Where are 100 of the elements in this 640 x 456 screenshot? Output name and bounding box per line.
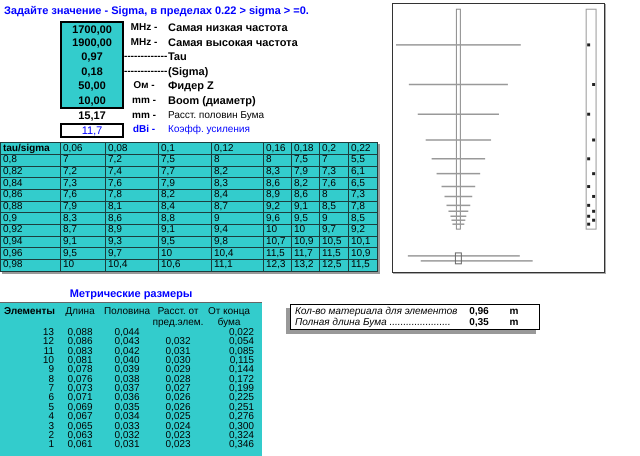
value-field[interactable]: 0,18 <box>60 64 124 80</box>
unit-label: mm - <box>131 94 157 108</box>
table-cell: 5,5 <box>348 154 378 166</box>
column-header: Элементы <box>4 306 56 319</box>
table-cell-text: 0,037 <box>113 384 141 394</box>
table-cell-text: 0,085 <box>228 346 254 356</box>
table-cell: 8,5 <box>348 212 378 224</box>
table-cell-text: 0,026 <box>164 393 192 403</box>
table-cell: 11,5 <box>348 260 378 272</box>
column-header: 0,22 <box>348 142 378 154</box>
table-cell-text: 0,086 <box>66 337 94 346</box>
table-cell-text: 0,023 <box>164 440 192 450</box>
table-cell-text: 0,199 <box>228 384 254 394</box>
table-cell-text: 9 <box>47 365 55 375</box>
table-cell: 7,2 <box>60 166 106 178</box>
unit-label: mm - <box>131 108 157 123</box>
table-cell: 11,5 <box>264 248 292 260</box>
table-cell: 8,1 <box>106 201 158 213</box>
table-cell: 10 <box>158 248 212 260</box>
table-cell: 7 <box>320 154 348 166</box>
table-cell: 11,7 <box>292 248 320 260</box>
table-cell: 0,88 <box>0 201 60 213</box>
table-cell-text: 0,071 <box>66 393 94 403</box>
table-cell-text: 6 <box>47 393 55 403</box>
table-cell-text: 10 <box>42 356 55 366</box>
table-cell-text: 0,026 <box>164 402 192 412</box>
column-header: Длина <box>64 306 96 319</box>
table-cell: 8,3 <box>60 212 106 224</box>
table-cell-text: 8 <box>47 374 55 384</box>
table-cell: 0,92 <box>0 224 60 236</box>
table-cell: 8,8 <box>158 212 212 224</box>
table-cell: 11,1 <box>212 260 264 272</box>
table-cell: 13,2 <box>292 260 320 272</box>
table-cell-text: 0,078 <box>66 365 94 375</box>
table-cell: 8,9 <box>264 189 292 202</box>
table-cell-text: 0,032 <box>164 337 192 346</box>
table-cell-text: 0,346 <box>228 440 254 450</box>
table-cell: 8,2 <box>212 166 264 178</box>
table-cell: 0,96 <box>0 248 60 260</box>
table-cell: 0,98 <box>0 260 60 272</box>
table-cell: 6,5 <box>348 178 378 190</box>
value-field[interactable]: 1900,00 <box>60 36 124 50</box>
table-cell: 7,6 <box>106 178 158 190</box>
value-field[interactable]: 0,97 <box>60 50 124 65</box>
table-cell-text: 0,073 <box>66 384 94 394</box>
table-cell: 0,82 <box>0 166 60 178</box>
table-cell-text: 0,251 <box>228 402 254 412</box>
table-cell: 7,3 <box>60 178 106 190</box>
value-field[interactable]: 1700,00 <box>60 21 124 36</box>
table-cell-text: 0,172 <box>228 374 254 384</box>
table-cell: 7,6 <box>320 178 348 190</box>
table-cell-text: 0,022 <box>228 328 254 338</box>
column-header: 0,1 <box>158 142 212 154</box>
table-cell-text: 0,076 <box>66 374 94 384</box>
table-cell: 7,7 <box>158 166 212 178</box>
table-cell: 9,5 <box>158 236 212 248</box>
column-header: 0,16 <box>264 142 292 154</box>
table-cell: 8,7 <box>212 201 264 213</box>
table-cell-text: 0,065 <box>66 422 94 432</box>
summary-value: 0,96 <box>468 306 490 317</box>
table-cell-text: 0,069 <box>66 402 94 412</box>
table-cell-text: 0,063 <box>66 431 94 440</box>
table-cell: 7,9 <box>158 178 212 190</box>
table-cell: 10,6 <box>158 260 212 272</box>
parameter-label: Самая высокая частота <box>167 36 299 50</box>
unit-label: MHz - <box>130 36 158 50</box>
table-cell: 7,8 <box>348 201 378 213</box>
column-header: 0,06 <box>60 142 106 154</box>
table-cell: 7,2 <box>106 154 158 166</box>
table-cell: 9,2 <box>348 224 378 236</box>
table-cell-text: 0,029 <box>164 365 192 375</box>
parameter-label: Фидер Z <box>167 79 215 94</box>
table-cell: 7,6 <box>60 189 106 202</box>
table-cell-text: 2 <box>47 431 55 440</box>
table-cell: 8,9 <box>106 224 158 236</box>
table-cell-text: 12 <box>42 337 55 346</box>
table-cell: 7 <box>60 154 106 166</box>
value-field[interactable]: 50,00 <box>60 79 124 94</box>
table-cell: 9,3 <box>106 236 158 248</box>
parameter-label: Расст. половин Бума <box>167 108 266 123</box>
table-cell-text: 0,225 <box>228 393 254 403</box>
summary-value: 0,35 <box>468 317 490 328</box>
table-cell: 8,2 <box>292 178 320 190</box>
table-cell: 9,1 <box>60 236 106 248</box>
table-cell: 8 <box>212 154 264 166</box>
table-cell-text: 0,067 <box>66 412 94 422</box>
table-cell: 9,5 <box>60 248 106 260</box>
table-cell-text: 0,033 <box>113 422 141 432</box>
table-cell: 9 <box>320 212 348 224</box>
table-cell: 9,6 <box>264 212 292 224</box>
computed-value: 15,17 <box>77 108 107 124</box>
table-cell: 7,5 <box>292 154 320 166</box>
table-cell: 9,4 <box>212 224 264 236</box>
value-field[interactable]: 10,00 <box>60 94 124 109</box>
table-cell-text: 4 <box>47 412 55 422</box>
table-cell-text: 3 <box>47 422 55 432</box>
table-cell: 7,5 <box>158 154 212 166</box>
table-cell-text: 0,043 <box>113 337 141 346</box>
table-cell: 8,7 <box>60 224 106 236</box>
table-cell: 7,4 <box>106 166 158 178</box>
